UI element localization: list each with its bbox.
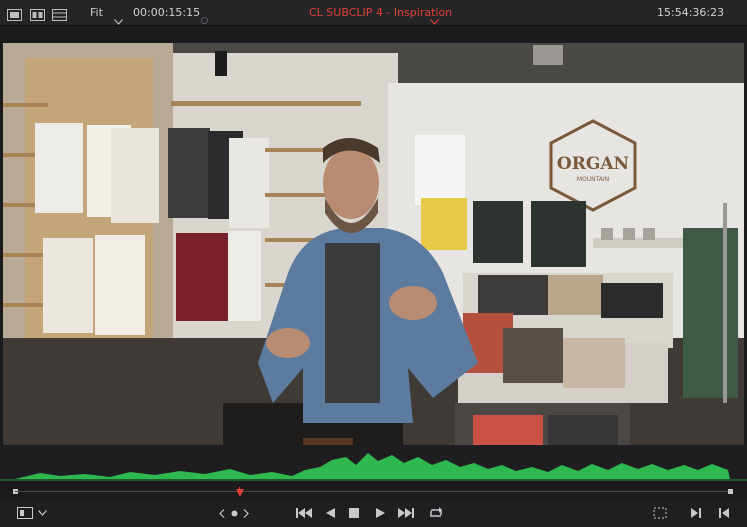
scrubber-track[interactable] xyxy=(15,491,732,492)
transport-controls xyxy=(0,499,747,527)
fit-label[interactable]: Fit xyxy=(90,0,103,25)
loop-icon[interactable] xyxy=(426,499,446,527)
source-timecode[interactable]: 00:00:15:15 xyxy=(133,0,200,25)
skip-to-start-icon[interactable] xyxy=(294,499,314,527)
playhead-marker[interactable] xyxy=(236,482,244,497)
stop-icon[interactable] xyxy=(346,499,362,527)
clip-indicator-icon xyxy=(201,9,208,28)
viewer-toolbar: Fit 00:00:15:15 CL SUBCLIP 4 - Inspirati… xyxy=(0,0,747,26)
chevron-down-icon[interactable] xyxy=(114,10,123,29)
jog-center-icon[interactable] xyxy=(229,499,239,527)
waveform-graphic xyxy=(0,453,747,481)
playhead-line xyxy=(239,487,240,495)
previous-frame-icon[interactable] xyxy=(716,499,732,527)
play-reverse-icon[interactable] xyxy=(322,499,338,527)
jog-right-icon[interactable] xyxy=(241,499,251,527)
play-icon[interactable] xyxy=(372,499,388,527)
jog-left-icon[interactable] xyxy=(217,499,227,527)
skip-to-end-icon[interactable] xyxy=(396,499,416,527)
dual-viewer-icon[interactable] xyxy=(30,6,45,21)
record-timecode: 15:54:36:23 xyxy=(657,6,725,19)
single-viewer-icon[interactable] xyxy=(7,6,22,21)
layout-icon[interactable] xyxy=(52,6,67,21)
video-frame: ORGAN MOUNTAIN xyxy=(3,43,744,460)
video-viewer[interactable]: ORGAN MOUNTAIN xyxy=(3,43,744,460)
audio-waveform[interactable] xyxy=(0,445,747,481)
next-frame-icon[interactable] xyxy=(688,499,704,527)
out-point-marker[interactable] xyxy=(728,489,733,494)
store-sign: ORGAN xyxy=(557,154,629,174)
viewer-options-icon[interactable] xyxy=(16,499,34,527)
jog-scrubber[interactable] xyxy=(0,481,747,499)
match-frame-icon[interactable] xyxy=(651,499,669,527)
chevron-down-icon[interactable] xyxy=(36,499,48,527)
chevron-down-icon[interactable] xyxy=(430,10,439,29)
store-sign-sub: MOUNTAIN xyxy=(577,176,609,183)
